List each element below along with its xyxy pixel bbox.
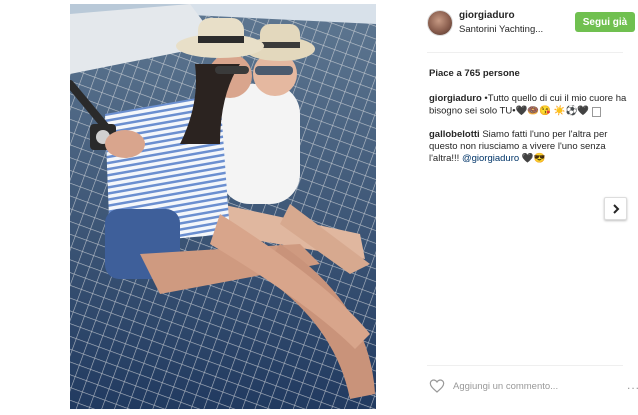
missing-glyph-icon	[591, 107, 601, 117]
heart-icon[interactable]	[429, 378, 445, 394]
photo-image	[70, 4, 376, 409]
chevron-right-icon	[612, 203, 619, 214]
divider	[427, 365, 623, 366]
divider	[427, 52, 623, 53]
comment-item: giorgiaduro •Tutto quello di cui il mio …	[429, 93, 627, 118]
comment-username[interactable]: giorgiaduro	[429, 93, 482, 104]
comment-emoji: 🖤😎	[521, 152, 546, 164]
post-username[interactable]: giorgiaduro	[459, 10, 515, 21]
comments-list: giorgiaduro •Tutto quello di cui il mio …	[429, 93, 627, 176]
next-post-button[interactable]	[604, 197, 627, 220]
post-header: giorgiaduro Santorini Yachting... Segui …	[427, 10, 635, 44]
comment-item: gallobelotti Siamo fatti l'uno per l'alt…	[429, 129, 627, 165]
comment-username[interactable]: gallobelotti	[429, 129, 480, 140]
more-options-icon[interactable]: ...	[627, 378, 638, 392]
comment-mention[interactable]: @giorgiaduro	[462, 153, 519, 164]
add-comment-row: ...	[429, 376, 638, 396]
post-photo[interactable]	[70, 4, 376, 409]
follow-button[interactable]: Segui già	[575, 12, 635, 32]
avatar[interactable]	[427, 10, 453, 36]
post-location[interactable]: Santorini Yachting...	[459, 24, 543, 35]
likes-count[interactable]: Piace a 765 persone	[429, 68, 520, 79]
add-comment-input[interactable]	[453, 378, 623, 394]
